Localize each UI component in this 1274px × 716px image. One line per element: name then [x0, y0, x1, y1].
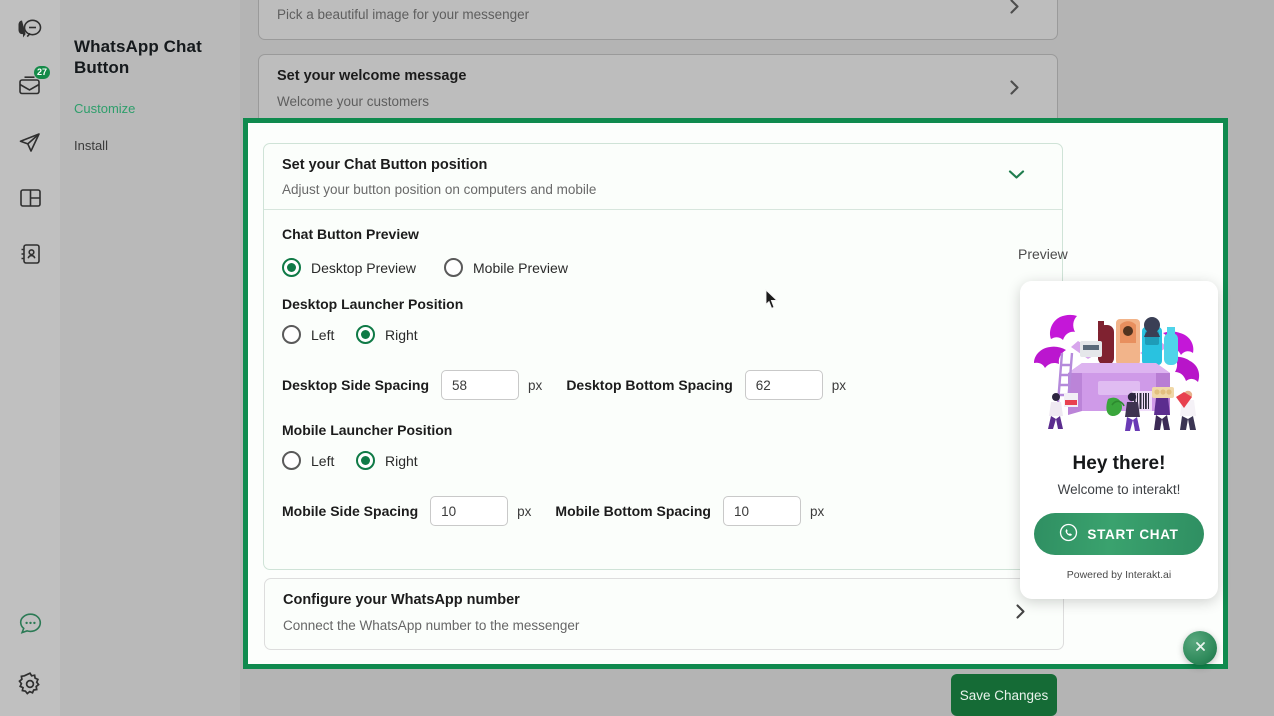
- card-whatsapp-number-inner: Configure your WhatsApp number Connect t…: [265, 579, 1063, 646]
- mouse-cursor-icon: [765, 288, 779, 314]
- desktop-bottom-spacing-label: Desktop Bottom Spacing: [566, 377, 733, 393]
- radio-mobile-preview-label: Mobile Preview: [473, 259, 568, 276]
- contacts-book-icon[interactable]: [8, 232, 52, 276]
- panel-subtitle: Adjust your button position on computers…: [282, 182, 597, 197]
- preview-mode-radio-group: Desktop Preview Mobile Preview: [282, 258, 1044, 277]
- panel-body: Chat Button Preview Desktop Preview Mobi…: [264, 210, 1062, 526]
- card-whatsapp-number-title: Configure your WhatsApp number: [283, 592, 520, 608]
- mobile-position-radio-group: Left Right: [282, 451, 1044, 470]
- desktop-side-spacing-label: Desktop Side Spacing: [282, 377, 430, 393]
- radio-desktop-preview-label: Desktop Preview: [311, 259, 417, 276]
- mobile-launcher-position-label: Mobile Launcher Position: [282, 422, 453, 438]
- page-title: WhatsApp Chat Button: [74, 37, 202, 78]
- secondary-sidebar: WhatsApp Chat Button Customize Install: [60, 0, 240, 716]
- desktop-bottom-spacing-unit: px: [831, 377, 847, 393]
- desktop-side-spacing-unit: px: [528, 377, 543, 393]
- whatsapp-icon: [1059, 523, 1078, 545]
- save-changes-button[interactable]: Save Changes: [951, 674, 1057, 716]
- radio-mobile-preview-dot: [444, 258, 463, 277]
- close-widget-button[interactable]: [1183, 631, 1217, 665]
- card-welcome-message-subtitle: Welcome your customers: [277, 94, 430, 109]
- start-chat-button[interactable]: START CHAT: [1034, 513, 1204, 555]
- chevron-right-icon[interactable]: [1008, 79, 1021, 102]
- radio-desktop-right-dot: [356, 325, 375, 344]
- send-campaign-icon[interactable]: [8, 120, 52, 164]
- inbox-unread-badge: 27: [33, 66, 50, 79]
- radio-desktop-left-label: Left: [311, 326, 335, 343]
- radio-desktop-left[interactable]: Left: [282, 325, 356, 344]
- chat-button-preview-label: Chat Button Preview: [282, 226, 419, 242]
- rail-top-group: 27: [8, 8, 52, 276]
- mobile-bottom-spacing-unit: px: [809, 503, 825, 519]
- radio-desktop-preview[interactable]: Desktop Preview: [282, 258, 444, 277]
- chevron-right-icon[interactable]: [1014, 603, 1027, 626]
- desktop-launcher-position-label: Desktop Launcher Position: [282, 296, 464, 312]
- mobile-spacing-row: Mobile Side Spacing px Mobile Bottom Spa…: [282, 496, 1044, 526]
- radio-mobile-right[interactable]: Right: [356, 451, 418, 470]
- inbox-messages-icon[interactable]: 27: [8, 64, 52, 108]
- radio-mobile-preview[interactable]: Mobile Preview: [444, 258, 568, 277]
- desktop-side-spacing-input[interactable]: [441, 370, 520, 400]
- primary-nav-rail: 27: [0, 0, 60, 716]
- chevron-down-icon[interactable]: [1007, 168, 1026, 186]
- settings-gear-icon[interactable]: [8, 662, 52, 706]
- support-chat-icon[interactable]: [8, 602, 52, 646]
- shopping-illustration: [1020, 281, 1218, 439]
- widget-subheading: Welcome to interakt!: [1057, 482, 1181, 497]
- card-background-image-subtitle: Pick a beautiful image for your messenge…: [277, 7, 530, 22]
- app-root: 27 WhatsApp Chat Button Customize Instal…: [0, 0, 1274, 716]
- radio-mobile-right-dot: [356, 451, 375, 470]
- close-x-icon: [1194, 640, 1207, 657]
- widget-heading: Hey there!: [1072, 453, 1166, 474]
- radio-mobile-right-label: Right: [385, 452, 418, 469]
- radio-mobile-left-dot: [282, 451, 301, 470]
- radio-desktop-right-label: Right: [385, 326, 418, 343]
- radio-desktop-right[interactable]: Right: [356, 325, 418, 344]
- card-welcome-message-inner: Set your welcome message Welcome your cu…: [259, 55, 1057, 122]
- card-background-image[interactable]: Pick your background image Pick a beauti…: [258, 0, 1058, 40]
- card-welcome-message-title: Set your welcome message: [277, 68, 467, 84]
- powered-by-label: Powered by Interakt.ai: [1066, 569, 1172, 581]
- sidebar-item-customize[interactable]: Customize: [74, 101, 240, 116]
- radio-desktop-preview-dot: [282, 258, 301, 277]
- card-welcome-message[interactable]: Set your welcome message Welcome your cu…: [258, 54, 1058, 126]
- mobile-side-spacing-label: Mobile Side Spacing: [282, 503, 419, 519]
- panel-chat-button-position: Set your Chat Button position Adjust you…: [263, 143, 1063, 570]
- desktop-bottom-spacing-input[interactable]: [744, 370, 823, 400]
- radio-mobile-left[interactable]: Left: [282, 451, 356, 470]
- sidebar-item-install[interactable]: Install: [74, 138, 240, 153]
- card-whatsapp-number-subtitle: Connect the WhatsApp number to the messe…: [283, 618, 580, 633]
- chat-bubble-icon[interactable]: [8, 8, 52, 52]
- radio-desktop-left-dot: [282, 325, 301, 344]
- chat-widget-preview: Hey there! Welcome to interakt! START CH…: [1020, 281, 1218, 599]
- panel-header[interactable]: Set your Chat Button position Adjust you…: [264, 144, 1062, 210]
- mobile-bottom-spacing-input[interactable]: [722, 496, 801, 526]
- panel-title: Set your Chat Button position: [282, 157, 488, 173]
- mobile-bottom-spacing-label: Mobile Bottom Spacing: [555, 503, 711, 519]
- card-whatsapp-number[interactable]: Configure your WhatsApp number Connect t…: [264, 578, 1064, 650]
- chevron-right-icon[interactable]: [1008, 0, 1021, 21]
- mobile-side-spacing-input[interactable]: [430, 496, 509, 526]
- desktop-spacing-row: Desktop Side Spacing px Desktop Bottom S…: [282, 370, 1044, 400]
- card-background-image-inner: Pick your background image Pick a beauti…: [259, 0, 1057, 38]
- catalog-layout-icon[interactable]: [8, 176, 52, 220]
- mobile-side-spacing-unit: px: [517, 503, 532, 519]
- radio-mobile-left-label: Left: [311, 452, 335, 469]
- preview-label: Preview: [1018, 246, 1068, 262]
- desktop-position-radio-group: Left Right: [282, 325, 1044, 344]
- start-chat-label: START CHAT: [1087, 526, 1179, 542]
- rail-bottom-group: [8, 602, 52, 716]
